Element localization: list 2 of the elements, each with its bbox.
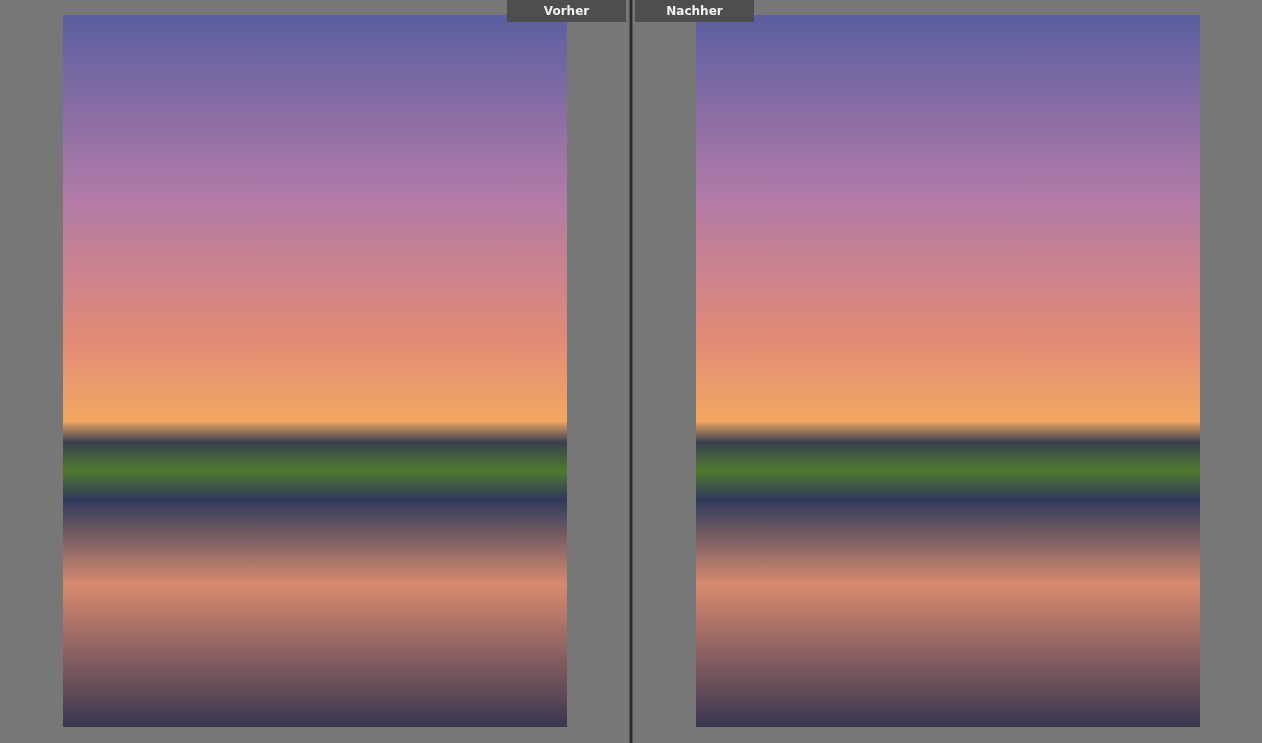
view-label: Nachher — [635, 0, 754, 22]
view-label: Vorher — [507, 0, 626, 22]
